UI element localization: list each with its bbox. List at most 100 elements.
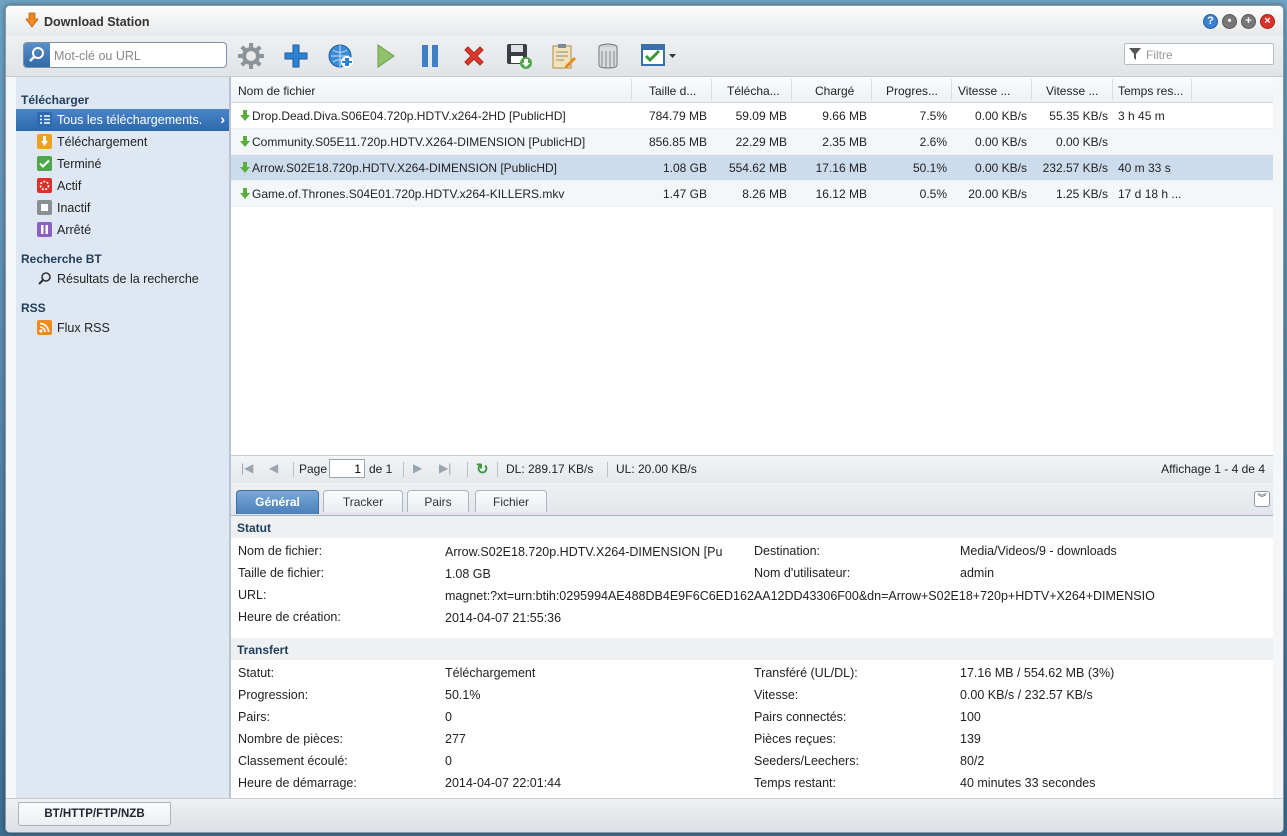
download-arrow-icon <box>240 110 250 121</box>
cell-uploaded: 9.66 MB <box>822 109 867 123</box>
last-page-icon[interactable]: ▶| <box>439 461 451 475</box>
title-bar: Download Station ? • + × <box>6 6 1283 36</box>
trash-bin-icon <box>598 43 618 69</box>
field-value-pieces-received: 139 <box>960 732 981 746</box>
column-header-dl-speed[interactable]: Vitesse ... <box>1046 84 1112 98</box>
cell-filename: Game.of.Thrones.S04E01.720p.HDTV.x264-KI… <box>252 187 565 201</box>
settings-button[interactable] <box>236 42 266 70</box>
column-header-ul-speed[interactable]: Vitesse ... <box>958 84 1030 98</box>
tab-files[interactable]: Fichier <box>475 490 547 512</box>
sidebar-item-all-downloads[interactable]: Tous les téléchargements. › <box>16 109 229 131</box>
sidebar-item-completed[interactable]: Terminé <box>16 153 229 175</box>
save-button[interactable] <box>504 42 534 70</box>
download-station-logo-icon <box>25 12 39 28</box>
next-page-icon[interactable]: ▶ <box>413 461 422 475</box>
field-value-url: magnet:?xt=urn:btih:0295994AE488DB4E9F6C… <box>445 589 1155 603</box>
collapse-panel-icon[interactable]: ︾ <box>1254 491 1270 507</box>
refresh-icon[interactable]: ↻ <box>476 460 489 478</box>
field-value-seeders-leechers: 80/2 <box>960 754 985 768</box>
toolbar <box>6 36 1283 77</box>
cell-size: 1.47 GB <box>662 187 707 201</box>
add-button[interactable] <box>281 42 311 70</box>
edit-button[interactable] <box>548 42 578 70</box>
first-page-icon[interactable]: |◀ <box>241 461 253 475</box>
field-label: Statut: <box>238 666 275 680</box>
page-number-input[interactable] <box>329 459 365 478</box>
column-header-size[interactable]: Taille d... <box>649 84 711 98</box>
column-header-downloaded[interactable]: Télécha... <box>727 84 791 98</box>
sidebar-item-downloading[interactable]: Téléchargement <box>16 131 229 153</box>
sidebar-item-rss-feeds[interactable]: Flux RSS <box>16 317 229 339</box>
sidebar-item-active[interactable]: Actif <box>16 175 229 197</box>
section-rss: RSS <box>21 301 46 315</box>
page-label: Page <box>299 462 328 476</box>
field-label: Progression: <box>238 688 309 702</box>
check-icon <box>37 156 52 171</box>
pagination-bar: |◀ ◀ Page de 1 ▶ ▶| ↻ DL: 289.17 KB/s UL… <box>230 455 1273 483</box>
table-row-selected[interactable]: Arrow.S02E18.720p.HDTV.X264-DIMENSION [P… <box>231 155 1273 181</box>
status-bar: BT/HTTP/FTP/NZB <box>6 798 1283 832</box>
field-value-destination: Media/Videos/9 - downloads <box>960 544 1117 558</box>
sidebar-item-inactive[interactable]: Inactif <box>16 197 229 219</box>
table-row[interactable]: Game.of.Thrones.S04E01.720p.HDTV.x264-KI… <box>231 181 1273 207</box>
maximize-icon[interactable]: + <box>1241 14 1256 29</box>
column-header-remaining[interactable]: Temps res... <box>1118 84 1190 98</box>
floppy-disk-icon <box>507 44 532 69</box>
field-value-username: admin <box>960 566 995 580</box>
close-icon[interactable]: × <box>1260 14 1275 29</box>
field-label: Seeders/Leechers: <box>754 754 859 768</box>
cell-ul-speed: 0.00 KB/s <box>974 135 1027 149</box>
sidebar-item-search-results[interactable]: Résultats de la recherche <box>16 268 229 290</box>
play-icon <box>377 44 395 68</box>
clear-completed-button[interactable] <box>593 42 623 70</box>
cell-filename: Arrow.S02E18.720p.HDTV.X264-DIMENSION [P… <box>252 161 558 175</box>
filter-input[interactable] <box>1144 44 1273 66</box>
resume-button[interactable] <box>370 42 400 70</box>
sidebar-item-label: Tous les téléchargements. <box>57 113 203 127</box>
sidebar-item-stopped[interactable]: Arrêté <box>16 219 229 241</box>
tab-tracker[interactable]: Tracker <box>323 490 403 512</box>
add-url-button[interactable] <box>326 42 356 70</box>
tab-peers[interactable]: Pairs <box>407 490 469 512</box>
prev-page-icon[interactable]: ◀ <box>269 461 278 475</box>
column-header-progress[interactable]: Progres... <box>886 84 952 98</box>
cell-progress: 0.5% <box>919 187 947 201</box>
field-label: Nom d'utilisateur: <box>754 566 851 580</box>
table-row[interactable]: Drop.Dead.Diva.S06E04.720p.HDTV.x264-2HD… <box>231 103 1273 129</box>
field-value-speed: 0.00 KB/s / 232.57 KB/s <box>960 688 1093 702</box>
field-label: Classement écoulé: <box>238 754 348 768</box>
pause-icon <box>422 45 438 67</box>
options-icon[interactable]: • <box>1222 14 1237 29</box>
tab-protocol[interactable]: BT/HTTP/FTP/NZB <box>18 802 171 826</box>
cell-downloaded: 554.62 MB <box>728 161 787 175</box>
field-label: Heure de démarrage: <box>238 776 357 790</box>
inactive-icon <box>37 200 52 215</box>
total-download-speed: DL: 289.17 KB/s <box>506 462 594 476</box>
search-input[interactable] <box>52 43 226 67</box>
cell-downloaded: 22.29 MB <box>735 135 787 149</box>
table-row[interactable]: Community.S05E11.720p.HDTV.X264-DIMENSIO… <box>231 129 1273 155</box>
sidebar: Télécharger Tous les téléchargements. › … <box>16 77 230 798</box>
cell-remaining: 40 m 33 s <box>1118 161 1171 175</box>
cell-uploaded: 17.16 MB <box>815 161 867 175</box>
column-header-uploaded[interactable]: Chargé <box>815 84 871 98</box>
section-transfer: Transfert <box>231 638 1273 660</box>
tab-general[interactable]: Général <box>236 490 319 514</box>
column-header-filename[interactable]: Nom de fichier <box>238 84 315 98</box>
section-bt-search: Recherche BT <box>21 252 102 266</box>
field-label: Transféré (UL/DL): <box>754 666 858 680</box>
detail-tabs: Général Tracker Pairs Fichier ︾ <box>231 483 1273 516</box>
delete-button[interactable] <box>459 42 489 70</box>
field-value-transferred: 17.16 MB / 554.62 MB (3%) <box>960 666 1115 680</box>
search-icon[interactable] <box>24 43 50 67</box>
cell-progress: 2.6% <box>919 135 947 149</box>
active-icon <box>37 178 52 193</box>
select-menu-button[interactable] <box>638 42 680 70</box>
chevron-right-icon: › <box>220 111 225 127</box>
rss-icon <box>37 320 52 335</box>
cell-ul-speed: 20.00 KB/s <box>968 187 1027 201</box>
cell-downloaded: 59.09 MB <box>735 109 787 123</box>
pause-button[interactable] <box>415 42 445 70</box>
help-icon[interactable]: ? <box>1203 14 1218 29</box>
detail-panel: Général Tracker Pairs Fichier ︾ Statut N… <box>230 483 1273 798</box>
